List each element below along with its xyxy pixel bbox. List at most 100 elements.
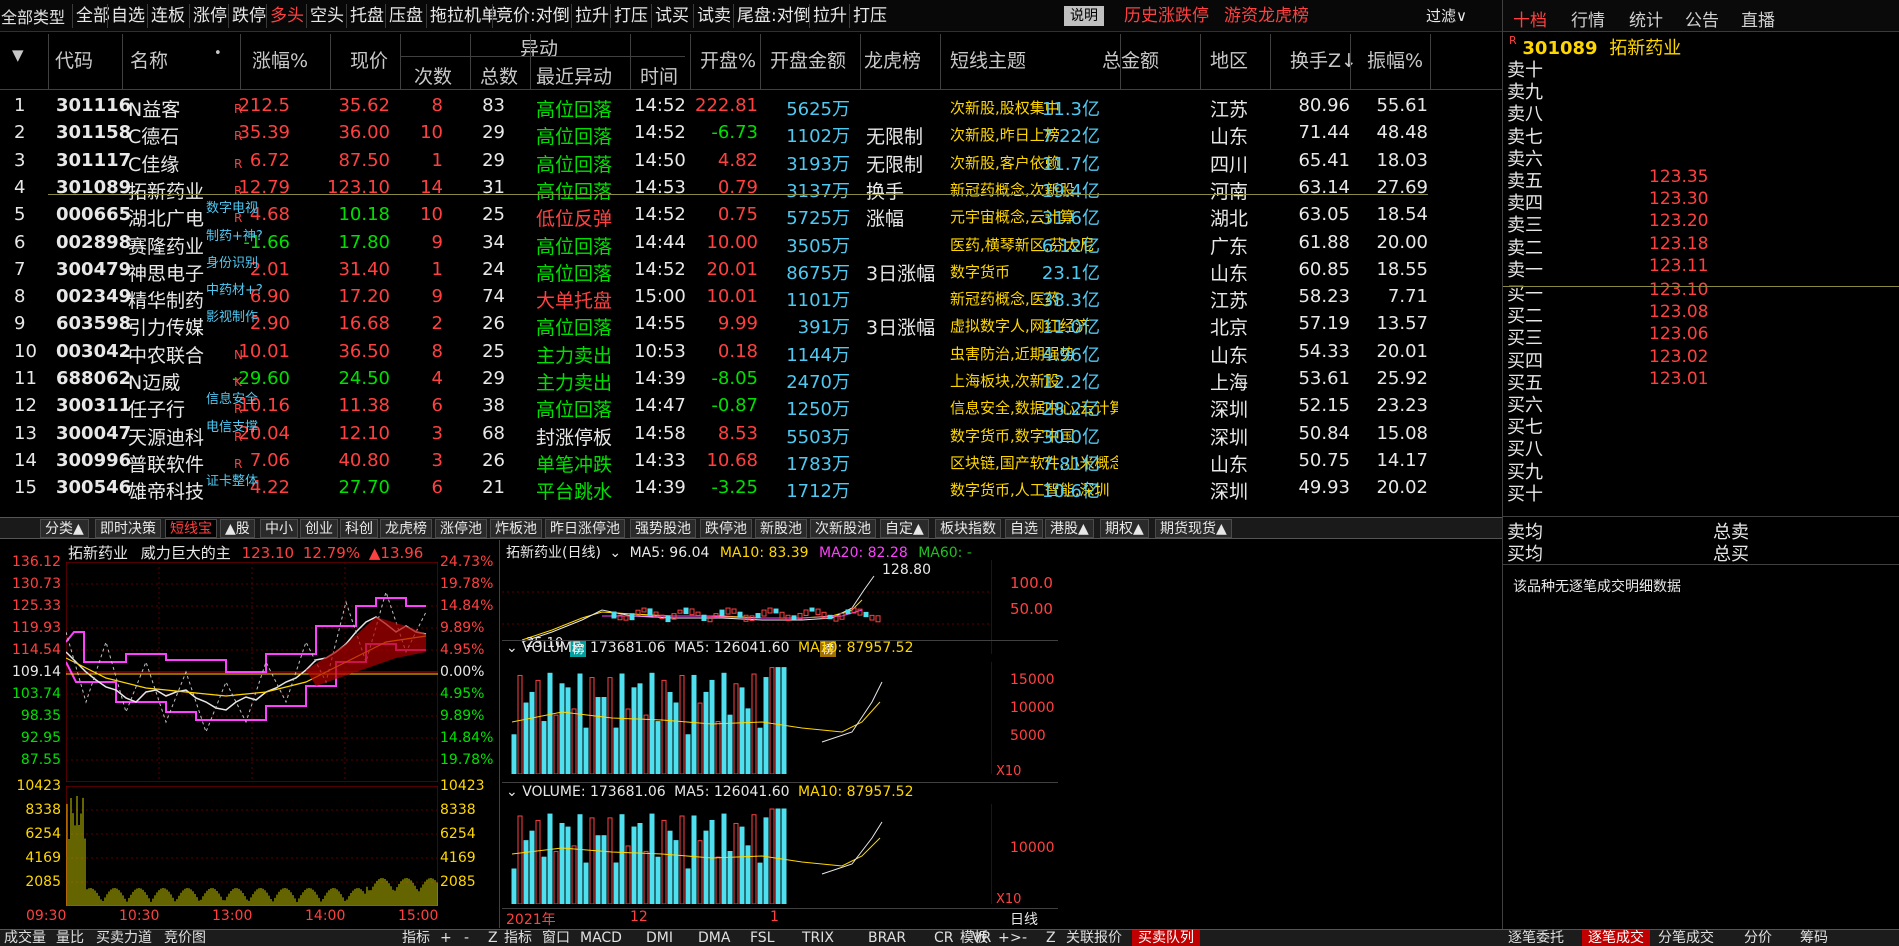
table-row[interactable]: 13 300047 天源迪科 20.04 12.10 3 68 封涨停板 14:58 8.53 55…	[0, 420, 1430, 449]
tab-live[interactable]: 直播	[1741, 6, 1775, 31]
col-region[interactable]: 地区	[1210, 46, 1248, 73]
menu-item-14[interactable]: 试卖	[697, 4, 731, 28]
type-selector[interactable]: 全部类型	[1, 4, 65, 28]
bottom-tab-1[interactable]: 即时决策	[95, 519, 161, 538]
footer-mid-6[interactable]: MACD	[580, 930, 622, 946]
bottom-tab-17[interactable]: 自选	[1005, 519, 1043, 538]
menu-item-9[interactable]: 拖拉机单	[430, 4, 498, 28]
footer-right-4[interactable]: 筹码	[1800, 930, 1828, 946]
bottom-tab-20[interactable]: 期货现货▲	[1155, 519, 1232, 538]
filter-dropdown[interactable]: 过滤∨	[1426, 4, 1467, 28]
sort-arrow-icon[interactable]: ▼	[12, 46, 24, 64]
menu-item-11[interactable]: 拉升	[575, 4, 609, 28]
col-change[interactable]: 涨幅%	[252, 46, 308, 73]
footer-mid-5[interactable]: 窗口	[542, 930, 570, 946]
bottom-tab-6[interactable]: 科创	[340, 519, 378, 538]
menu-item-5[interactable]: 多头	[270, 4, 304, 28]
menu-item-6[interactable]: 空头	[310, 4, 344, 28]
bottom-tab-9[interactable]: 炸板池	[490, 519, 542, 538]
col-dot[interactable]: •	[214, 46, 222, 61]
col-time[interactable]: 时间	[640, 62, 678, 89]
bottom-tab-8[interactable]: 涨停池	[435, 519, 487, 538]
menu-item-12[interactable]: 打压	[614, 4, 648, 28]
menu-item-13[interactable]: 试买	[655, 4, 689, 28]
footer-mid-9[interactable]: FSL	[750, 930, 775, 946]
col-recent[interactable]: 最近异动	[536, 62, 612, 89]
period-label[interactable]: 日线	[1010, 909, 1038, 929]
footer-right-0[interactable]: 逐笔委托	[1508, 930, 1564, 946]
bottom-tab-15[interactable]: 自定▲	[880, 519, 929, 538]
footer-right-1[interactable]: 逐笔成交	[1582, 930, 1650, 946]
footer-mid-3[interactable]: Z	[488, 930, 498, 946]
menu-item-4[interactable]: 跌停	[232, 4, 266, 28]
bottom-tab-19[interactable]: 期权▲	[1100, 519, 1149, 538]
menu-item-1[interactable]: 自选	[111, 4, 145, 28]
footer-right-2[interactable]: 分笔成交	[1658, 930, 1714, 946]
footer-right-3[interactable]: 分价	[1744, 930, 1772, 946]
tab-quote[interactable]: 行情	[1571, 6, 1605, 31]
footer-mid-8[interactable]: DMA	[698, 930, 730, 946]
footer-mid-14[interactable]: >	[1010, 930, 1022, 946]
footer-left-2[interactable]: 买卖力道	[96, 930, 152, 946]
menu-item-3[interactable]: 涨停	[193, 4, 227, 28]
bottom-tab-2[interactable]: 短线宝	[165, 519, 217, 538]
collapse-icon[interactable]: ⌄	[506, 784, 518, 800]
menu-item-16[interactable]: 拉升	[813, 4, 847, 28]
col-total[interactable]: 总数	[480, 62, 518, 89]
bottom-tab-16[interactable]: 板块指数	[935, 519, 1001, 538]
tab-announcement[interactable]: 公告	[1685, 6, 1719, 31]
table-row[interactable]: 3 301117 C佳缘 6.72 87.50 1 29 高位回落 14:50 4.82 3193万…	[0, 147, 1430, 176]
col-open-amt[interactable]: 开盘金额	[770, 46, 846, 73]
help-button[interactable]: 说明	[1064, 6, 1104, 26]
footer-mid-4[interactable]: 指标	[504, 930, 532, 946]
table-row[interactable]: 9 603598 引力传媒 2.90 16.68 2 26 高位回落 14:55 9.99 391万…	[0, 310, 1430, 339]
col-name[interactable]: 名称	[130, 46, 168, 73]
bottom-tab-5[interactable]: 创业	[300, 519, 338, 538]
bottom-tab-10[interactable]: 昨日涨停池	[545, 519, 625, 538]
menu-item-10[interactable]: 竞价:对倒	[496, 4, 570, 28]
footer-mid-12[interactable]: CR	[934, 930, 954, 946]
col-open-pct[interactable]: 开盘%	[700, 46, 756, 73]
col-amplitude[interactable]: 振幅%	[1367, 46, 1423, 73]
footer-mid-7[interactable]: DMI	[646, 930, 673, 946]
footer-left-1[interactable]: 量比	[56, 930, 84, 946]
bottom-tab-3[interactable]: ▲股	[220, 519, 255, 538]
footer-mid-20[interactable]: 买卖队列	[1132, 930, 1200, 946]
menu-item-15[interactable]: 尾盘:对倒	[737, 4, 811, 28]
bottom-tab-4[interactable]: 中小	[260, 519, 298, 538]
footer-left-0[interactable]: 成交量	[4, 930, 46, 946]
footer-mid-18[interactable]: Z	[1046, 930, 1056, 946]
footer-mid-17[interactable]: -	[1022, 930, 1027, 946]
footer-mid-15[interactable]: 模板	[960, 930, 988, 946]
bottom-tab-14[interactable]: 次新股池	[810, 519, 876, 538]
collapse-icon[interactable]: ⌄	[506, 640, 518, 656]
table-row[interactable]: 10 003042 中农联合 10.01 36.50 8 25 主力卖出 10:53 0.18 11…	[0, 338, 1430, 367]
hot-money-link[interactable]: 游资龙虎榜	[1224, 4, 1309, 28]
footer-mid-1[interactable]: +	[440, 930, 452, 946]
menu-item-17[interactable]: 打压	[853, 4, 887, 28]
footer-mid-16[interactable]: +	[998, 930, 1010, 946]
col-turnover[interactable]: 换手Z↓	[1290, 46, 1357, 73]
footer-mid-10[interactable]: TRIX	[802, 930, 834, 946]
bottom-tab-0[interactable]: 分类▲	[40, 519, 89, 538]
bottom-tab-18[interactable]: 港股▲	[1045, 519, 1094, 538]
footer-mid-11[interactable]: BRAR	[868, 930, 906, 946]
col-times[interactable]: 次数	[414, 62, 452, 89]
menu-item-2[interactable]: 连板	[151, 4, 185, 28]
collapse-icon[interactable]: ⌄	[609, 545, 621, 561]
tab-stats[interactable]: 统计	[1629, 6, 1663, 31]
bottom-tab-7[interactable]: 龙虎榜	[380, 519, 432, 538]
footer-mid-19[interactable]: 关联报价	[1066, 930, 1122, 946]
tab-level10[interactable]: 十档	[1513, 6, 1547, 31]
footer-mid-0[interactable]: 指标	[402, 930, 430, 946]
bottom-tab-11[interactable]: 强势股池	[630, 519, 696, 538]
table-row[interactable]: 2 301158 C德石 35.39 36.00 10 29 高位回落 14:52 -6.73 11…	[0, 119, 1430, 148]
bottom-tab-13[interactable]: 新股池	[755, 519, 807, 538]
bottom-tab-12[interactable]: 跌停池	[700, 519, 752, 538]
menu-item-7[interactable]: 托盘	[350, 4, 384, 28]
table-row[interactable]: 1 301116 N益客 212.5 35.62 8 83 高位回落 14:52 222.81 56…	[0, 92, 1430, 121]
col-theme[interactable]: 短线主题	[950, 46, 1026, 73]
col-lhb[interactable]: 龙虎榜	[864, 46, 921, 73]
menu-item-8[interactable]: 压盘	[389, 4, 423, 28]
footer-left-3[interactable]: 竞价图	[164, 930, 206, 946]
